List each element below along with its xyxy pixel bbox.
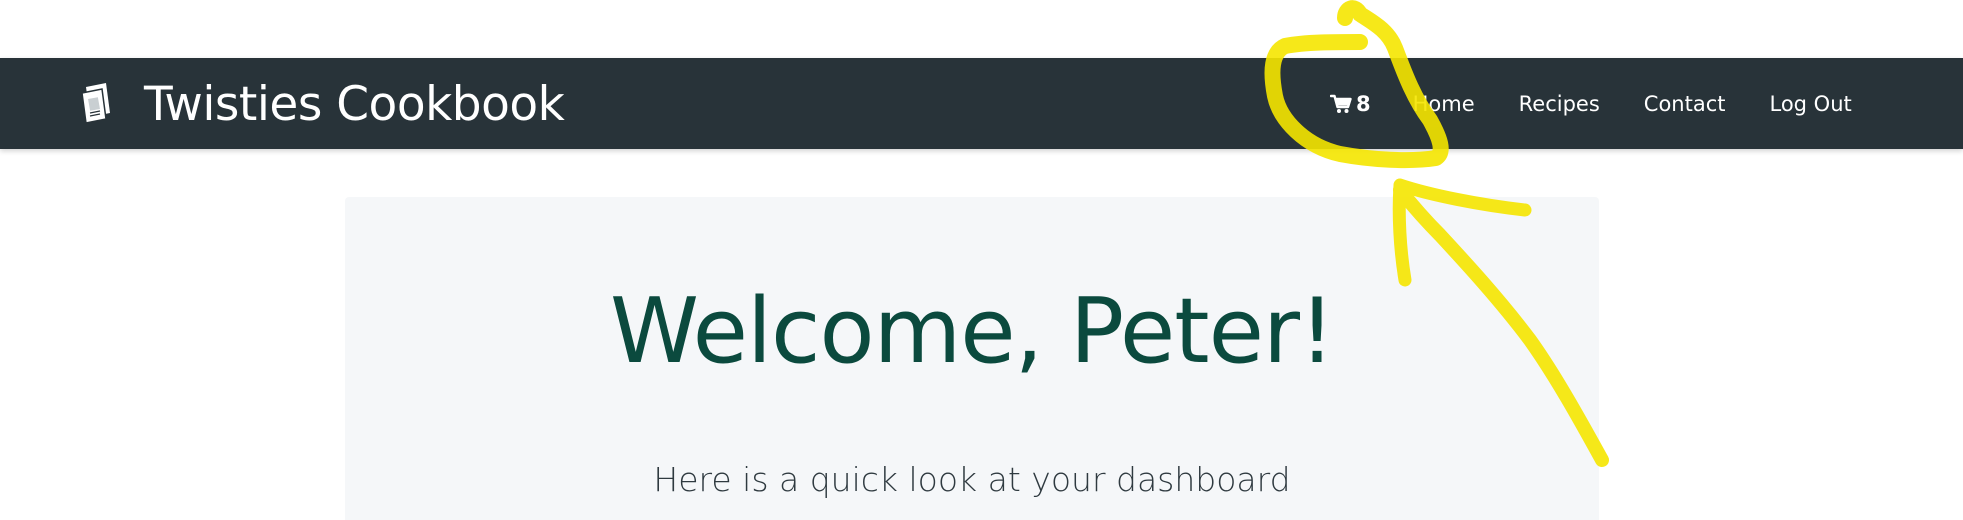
nav-link-contact[interactable]: Contact (1644, 92, 1726, 116)
cart-button[interactable]: 8 (1330, 92, 1371, 116)
nav-link-home[interactable]: Home (1413, 92, 1475, 116)
brand-link[interactable]: Twisties Cookbook (78, 74, 565, 134)
top-navbar: Twisties Cookbook 8 Home Recipes Contact… (0, 58, 1963, 149)
dashboard-jumbotron: Welcome, Peter! Here is a quick look at … (345, 197, 1599, 520)
welcome-heading: Welcome, Peter! (609, 279, 1335, 384)
brand-title: Twisties Cookbook (144, 76, 565, 132)
nav-link-log-out[interactable]: Log Out (1769, 92, 1851, 116)
cart-count-badge: 8 (1356, 91, 1371, 116)
nav-link-recipes[interactable]: Recipes (1519, 92, 1600, 116)
cookbook-icon (81, 83, 110, 124)
page: Twisties Cookbook 8 Home Recipes Contact… (0, 0, 1963, 520)
dashboard-subtitle: Here is a quick look at your dashboard (653, 460, 1291, 499)
cart-icon (1330, 94, 1352, 113)
nav-links: 8 Home Recipes Contact Log Out (1330, 58, 1852, 149)
